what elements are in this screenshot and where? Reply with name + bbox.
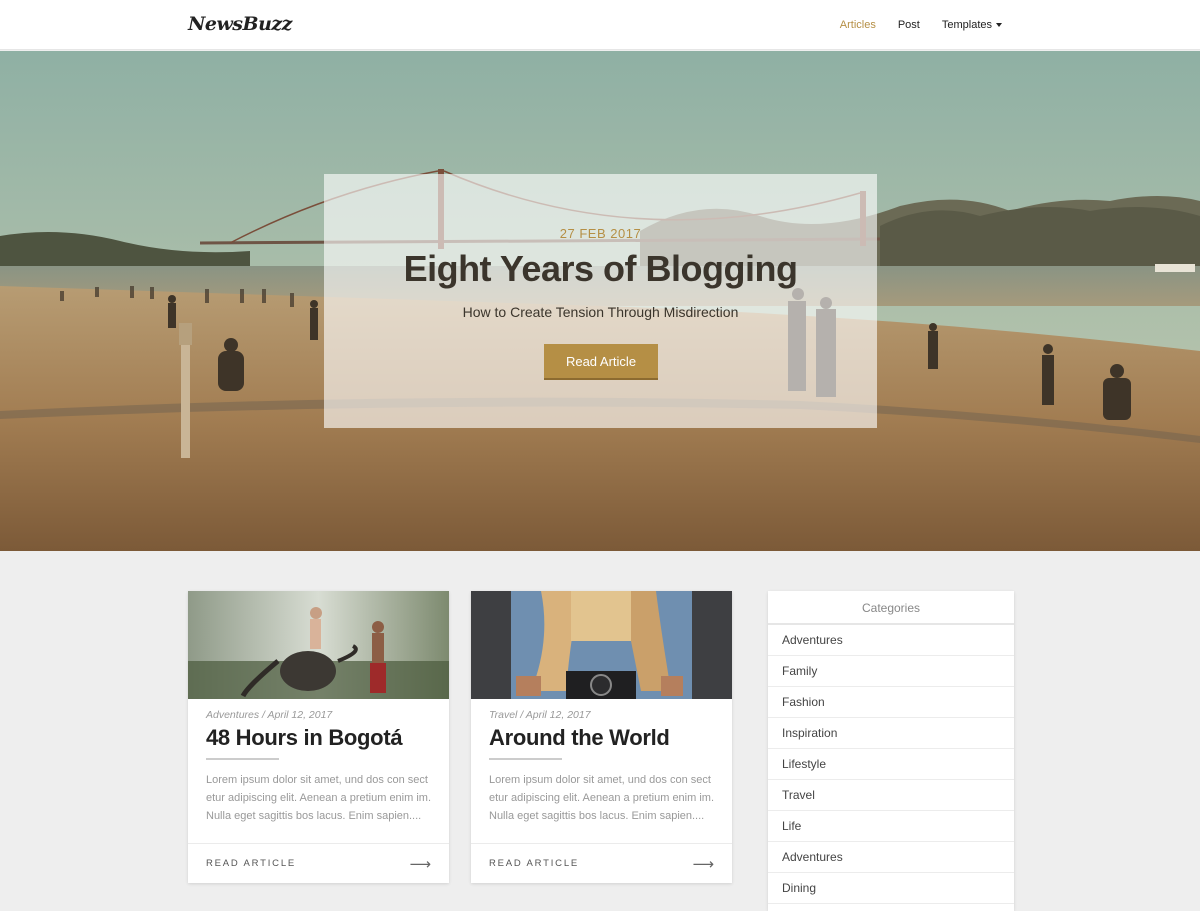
article-card: Travel / April 12, 2017 Around the World… [471, 591, 732, 883]
article-excerpt: Lorem ipsum dolor sit amet, und dos con … [489, 774, 715, 822]
category-item[interactable]: Dining [768, 873, 1014, 904]
categories-title: Categories [768, 591, 1014, 625]
article-image[interactable] [471, 591, 732, 699]
hero-title: Eight Years of Blogging [403, 248, 798, 289]
title-underline [206, 758, 279, 760]
category-item[interactable]: Life [768, 811, 1014, 842]
article-meta: Travel / April 12, 2017 [489, 709, 591, 721]
article-image-graphic [471, 591, 732, 699]
nav-templates[interactable]: Templates [942, 19, 1002, 31]
category-item[interactable]: Travel [768, 780, 1014, 811]
read-article-link[interactable]: READ ARTICLE [489, 858, 579, 869]
hero-caption-box: 27 FEB 2017 Eight Years of Blogging How … [324, 174, 877, 428]
title-underline [489, 758, 562, 760]
hero-date: 27 FEB 2017 [559, 226, 642, 241]
read-article-button[interactable]: Read Article [544, 344, 658, 378]
category-item[interactable]: Adventures [768, 842, 1014, 873]
arrow-right-icon[interactable]: ⟶ [409, 855, 431, 873]
hero-subtitle: How to Create Tension Through Misdirecti… [462, 304, 739, 320]
article-image-graphic [188, 591, 449, 699]
nav-templates-label: Templates [941, 19, 992, 31]
hero-banner: 27 FEB 2017 Eight Years of Blogging How … [0, 51, 1200, 551]
category-item[interactable]: Inspiration [768, 718, 1014, 749]
nav-articles[interactable]: Articles [840, 19, 876, 31]
categories-panel: Categories Adventures Family Fashion Ins… [768, 591, 1014, 911]
article-meta: Adventures / April 12, 2017 [206, 709, 333, 721]
article-card: Adventures / April 12, 2017 48 Hours in … [188, 591, 449, 883]
category-item[interactable]: Family [768, 656, 1014, 687]
card-footer: READ ARTICLE ⟶ [471, 843, 732, 883]
category-item[interactable]: Adventures [768, 625, 1014, 656]
article-title[interactable]: 48 Hours in Bogotá [206, 725, 403, 751]
site-logo[interactable]: NewsBuzz [188, 13, 292, 35]
top-navbar: NewsBuzz Articles Post Templates [0, 0, 1200, 50]
card-footer: READ ARTICLE ⟶ [188, 843, 449, 883]
arrow-right-icon[interactable]: ⟶ [692, 855, 714, 873]
article-title[interactable]: Around the World [489, 725, 670, 751]
read-article-link[interactable]: READ ARTICLE [206, 858, 296, 869]
article-image[interactable] [188, 591, 449, 699]
caret-down-icon [996, 23, 1002, 28]
category-item[interactable]: Fashion [768, 687, 1014, 718]
article-excerpt: Lorem ipsum dolor sit amet, und dos con … [206, 774, 432, 822]
category-item[interactable]: Lifestyle [768, 749, 1014, 780]
main-nav: Articles Post Templates [840, 0, 1002, 50]
nav-post[interactable]: Post [898, 19, 920, 31]
